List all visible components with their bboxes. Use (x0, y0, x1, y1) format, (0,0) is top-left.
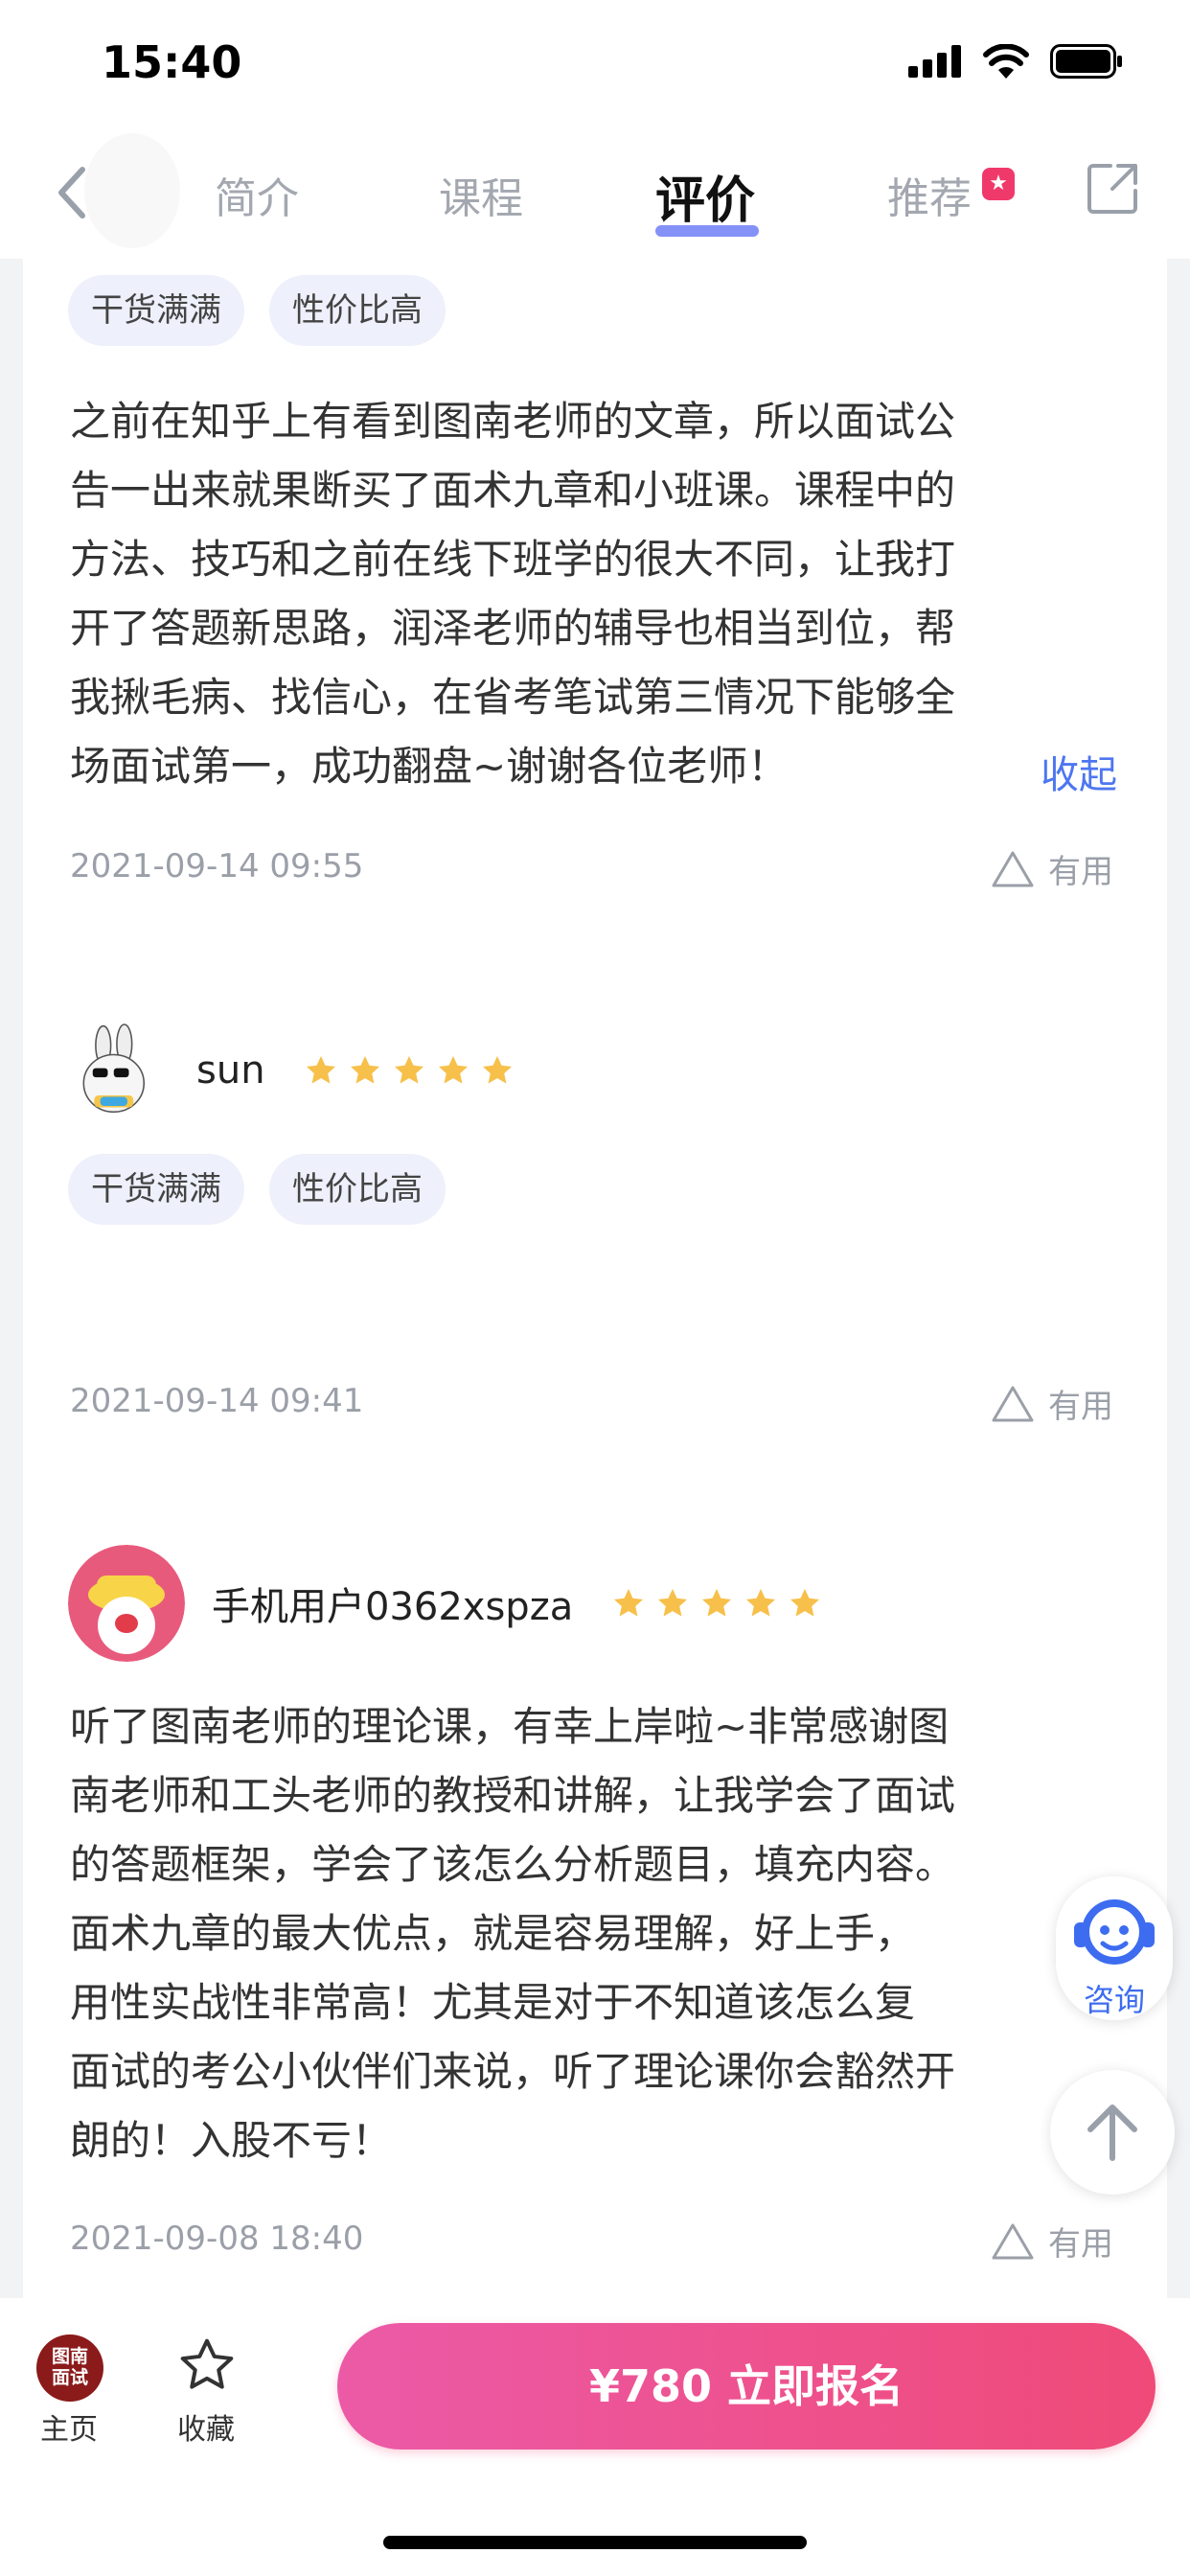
review-text-line: 我揪毛病、找信心，在省考笔试第三情况下能够全 (70, 674, 956, 721)
review-text-line: 南老师和工头老师的教授和讲解，让我学会了面试 (70, 1772, 956, 1819)
star-icon (394, 1056, 423, 1084)
enroll-button[interactable]: ¥780 立即报名 (337, 2323, 1156, 2450)
tab-intro[interactable]: 简介 (215, 164, 299, 225)
status-bar: 15:40 (0, 0, 1190, 129)
star-icon (438, 1056, 468, 1084)
review-date: 2021-09-14 09:55 (70, 847, 364, 886)
status-time: 15:40 (102, 36, 242, 88)
favorite-label[interactable]: 收藏 (177, 2405, 235, 2448)
review-text-line: 告一出来就果断买了面术九章和小班课。课程中的 (70, 467, 956, 514)
star-icon (306, 1056, 335, 1084)
page: 15:40 简介 课程 评价 推荐 ★ 干货满满 性价比高 之前在知乎上有看到图… (0, 0, 1190, 2576)
thumb-triangle-icon (992, 2223, 1034, 2259)
home-label[interactable]: 主页 (40, 2405, 98, 2448)
review-user: 手机用户0362xspza (68, 1545, 822, 1662)
star-icon (702, 1589, 732, 1617)
review-text-line: 方法、技巧和之前在线下班学的很大不同，让我打 (70, 536, 956, 583)
useful-label: 有用 (1048, 1388, 1113, 1426)
username: 手机用户0362xspza (212, 1585, 574, 1629)
review-date: 2021-09-14 09:41 (70, 1382, 364, 1420)
review-text-line: 听了图南老师的理论课，有幸上岸啦~非常感谢图 (70, 1703, 950, 1750)
consult-button[interactable]: 咨询 (1056, 1876, 1173, 2020)
star-icon (350, 1056, 379, 1084)
recommend-star-badge-icon: ★ (982, 168, 1015, 200)
star-outline-icon[interactable] (176, 2334, 238, 2396)
faded-avatar (84, 133, 180, 248)
star-icon (614, 1589, 644, 1617)
star-icon (746, 1589, 776, 1617)
rating-stars (611, 1586, 822, 1621)
review-tags: 干货满满 性价比高 (68, 1154, 446, 1225)
review-text: 之前在知乎上有看到图南老师的文章，所以面试公 告一出来就果断买了面术九章和小班课… (70, 387, 1143, 801)
useful-label: 有用 (1048, 853, 1113, 891)
review-tag: 性价比高 (269, 275, 446, 346)
useful-label: 有用 (1048, 2225, 1113, 2264)
review-text: 听了图南老师的理论课，有幸上岸啦~非常感谢图 南老师和工头老师的教授和讲解，让我… (70, 1692, 1143, 2175)
star-icon (482, 1056, 512, 1084)
home-indicator (383, 2536, 807, 2549)
review-text-line: 面试的考公小伙伴们来说，听了理论课你会豁然开 (70, 2048, 956, 2095)
tab-recommend[interactable]: 推荐 (887, 164, 972, 225)
wifi-icon (983, 44, 1029, 79)
review-text-line: 场面试第一，成功翻盘~谢谢各位老师！ (70, 743, 789, 790)
review-tag: 干货满满 (68, 1154, 244, 1225)
review-tag: 性价比高 (269, 1154, 446, 1225)
tab-course[interactable]: 课程 (439, 164, 523, 225)
review-text-line: 之前在知乎上有看到图南老师的文章，所以面试公 (70, 398, 956, 445)
reviews-list: 干货满满 性价比高 之前在知乎上有看到图南老师的文章，所以面试公 告一出来就果断… (23, 259, 1167, 2298)
thumb-triangle-icon (992, 1386, 1034, 1421)
useful-button[interactable]: 有用 (991, 845, 1113, 892)
review-date: 2021-09-08 18:40 (70, 2220, 364, 2258)
status-icons (908, 42, 1123, 80)
bottom-action-bar: 图南 面试 主页 收藏 ¥780 立即报名 (0, 2298, 1190, 2576)
review-text-line: 开了答题新思路，润泽老师的辅导也相当到位，帮 (70, 605, 956, 652)
useful-button[interactable]: 有用 (991, 2218, 1113, 2265)
useful-button[interactable]: 有用 (991, 1380, 1113, 1427)
review-text-line: 的答题框架，学会了该怎么分析题目，填充内容。 (70, 1841, 956, 1888)
header-nav: 简介 课程 评价 推荐 ★ (0, 129, 1190, 259)
review-tag: 干货满满 (68, 275, 244, 346)
thumb-triangle-icon (992, 851, 1034, 886)
arrow-up-icon (1087, 2104, 1137, 2161)
user-avatar-duck-hat[interactable] (68, 1545, 185, 1662)
back-icon[interactable] (50, 164, 98, 221)
collapse-link[interactable]: 收起 (1041, 744, 1117, 799)
review-text-line: 面术九章的最大优点，就是容易理解，好上手， (70, 1910, 916, 1957)
rating-stars (304, 1053, 515, 1088)
back-to-top-button[interactable] (1050, 2070, 1175, 2195)
share-icon[interactable] (1086, 160, 1141, 216)
review-user: sun (78, 1012, 515, 1129)
signal-icon (908, 45, 961, 78)
consult-label: 咨询 (1083, 1982, 1145, 2018)
home-logo-icon[interactable]: 图南 面试 (36, 2334, 103, 2402)
user-avatar-rabbit[interactable] (78, 1012, 170, 1129)
star-icon (790, 1589, 820, 1617)
star-icon (658, 1589, 688, 1617)
tab-reviews[interactable]: 评价 (655, 160, 755, 232)
battery-icon (1050, 44, 1122, 79)
customer-service-icon (1074, 1899, 1155, 1965)
username: sun (196, 1048, 265, 1092)
review-tags: 干货满满 性价比高 (68, 275, 446, 346)
review-text-line: 朗的！入股不亏！ (70, 2117, 393, 2164)
review-text-line: 用性实战性非常高！尤其是对于不知道该怎么复 (70, 1979, 916, 2026)
